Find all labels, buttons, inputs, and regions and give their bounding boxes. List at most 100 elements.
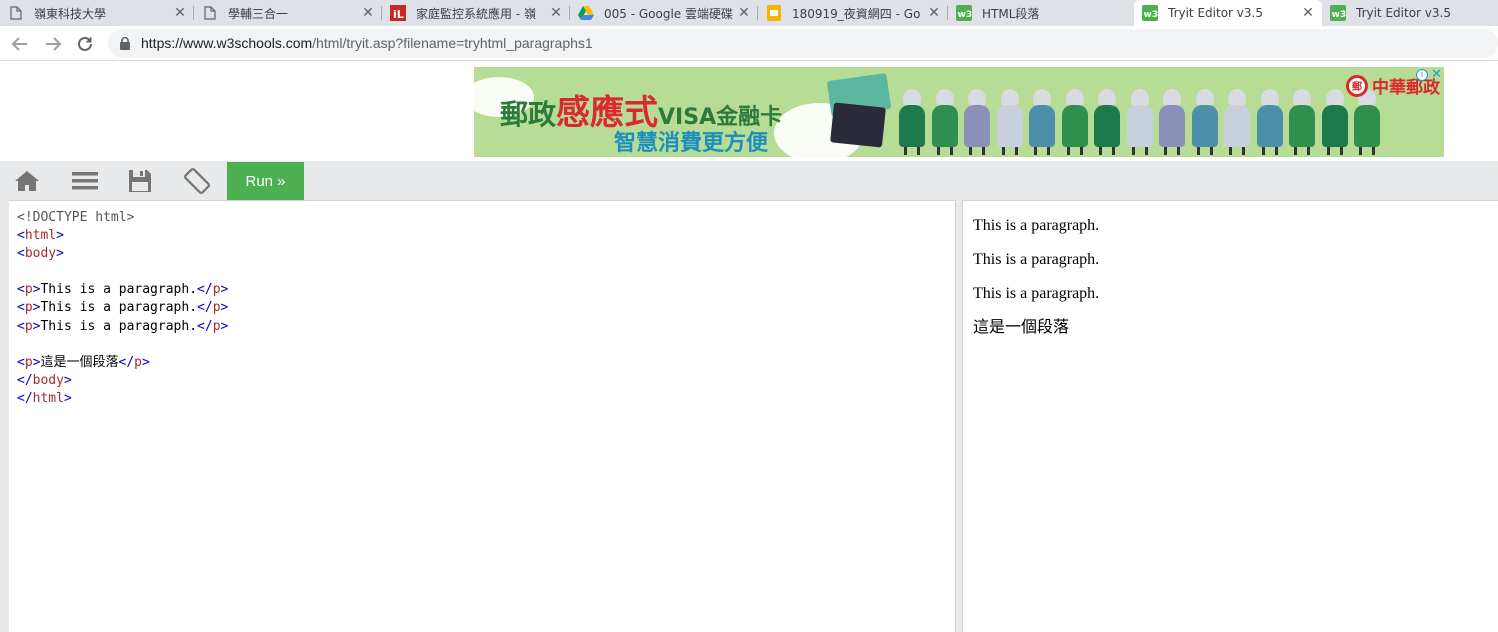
rotate-button[interactable] [180,165,214,197]
browser-tab[interactable]: w3 Tryit Editor v3.5 [1322,0,1498,26]
mascot-figure [1224,89,1250,155]
code-editor[interactable]: <!DOCTYPE html> <html> <body> <p>This is a … [9,200,955,632]
result-frame: This is a paragraph. This is a paragraph… [963,200,1498,632]
result-paragraph: 這是一個段落 [973,319,1070,336]
code-content[interactable]: <!DOCTYPE html> <html> <body> <p>This is a … [17,209,228,408]
ad-subheadline: 智慧消費更方便 [614,131,769,156]
mascot-figure [1289,89,1315,155]
mascot-figure [1126,89,1153,155]
arrow-left-icon [11,37,27,51]
result-paragraph: This is a paragraph. [973,251,1100,268]
ad-banner[interactable]: 郵政感應式VISA金融卡 智慧消費更方便 郵 中華郵政 i ✕ [474,67,1444,157]
close-icon[interactable]: ✕ [360,5,376,21]
result-content: This is a paragraph. This is a paragraph… [973,217,1099,353]
slides-icon [766,5,782,21]
mascot-figure [931,89,958,155]
tab-title: 180919_夜資網四 - Go [792,6,921,21]
tab-title: 005 - Google 雲端硬碟 [604,6,733,21]
code-line: </html> [17,390,72,406]
menu-icon [72,172,98,190]
w3-icon: w3 [956,5,972,21]
code-line: <body> [17,246,64,262]
close-icon[interactable]: ✕ [548,5,564,21]
close-icon[interactable]: ✕ [926,5,942,21]
ad-text-a: 郵政 [500,98,557,131]
code-line: <p>這是一個段落</p> [17,354,150,370]
reload-icon [78,36,92,51]
mascot-figure [1094,89,1120,155]
tab-title: Tryit Editor v3.5 [1168,6,1263,20]
w3-icon: w3 [1330,5,1346,21]
menu-button[interactable] [68,165,102,197]
svg-text:w3: w3 [1332,10,1347,20]
browser-tab[interactable]: iL 家庭監控系統應用 - 嶺 ✕ [382,0,570,26]
result-paragraph: This is a paragraph. [973,285,1100,302]
lock-icon [120,37,130,50]
ad-card-image [830,102,886,148]
tab-title: Tryit Editor v3.5 [1356,6,1451,20]
browser-tab[interactable]: 005 - Google 雲端硬碟 ✕ [570,0,758,26]
code-line: <p>This is a paragraph.</p> [17,282,229,298]
code-line: <html> [17,228,64,244]
svg-text:iL: iL [393,8,404,21]
run-button[interactable]: Run » [227,162,304,200]
reload-button[interactable] [73,32,97,56]
tab-title: 學輔三合一 [228,6,289,21]
home-button[interactable] [10,165,44,197]
close-icon[interactable]: ✕ [1300,5,1316,21]
page-icon [8,5,24,21]
page-icon [202,5,218,21]
url-text: https://www.w3schools.com/html/tryit.asp… [141,35,593,51]
back-button[interactable] [8,32,32,56]
url-path: /html/tryit.asp?filename=tryhtml_paragra… [312,35,593,51]
mascot-figure [1061,89,1088,155]
arrow-right-icon [46,37,62,51]
browser-toolbar: https://www.w3schools.com/html/tryit.asp… [0,26,1498,61]
svg-text:w3: w3 [958,10,973,20]
editor-toolbar: Run » [0,161,1498,200]
code-line: <p>This is a paragraph.</p> [17,318,229,334]
browser-tab-strip: 嶺東科技大學 ✕ 學輔三合一 ✕ iL 家庭監控系統應用 - 嶺 ✕ 005 -… [0,0,1498,26]
mascot-figure [1191,89,1218,155]
code-line: <p>This is a paragraph.</p> [17,300,229,316]
forward-button[interactable] [41,32,65,56]
address-bar[interactable]: https://www.w3schools.com/html/tryit.asp… [108,29,1498,58]
code-line: <!DOCTYPE html> [17,210,135,225]
tab-title: 家庭監控系統應用 - 嶺 [416,6,536,21]
save-icon [129,170,151,192]
mascot-figure [899,89,925,155]
ad-info-icon[interactable]: i [1416,69,1428,81]
browser-tab[interactable]: 180919_夜資網四 - Go ✕ [758,0,948,26]
mascot-figure [1029,89,1055,155]
rotate-icon [184,168,210,194]
close-icon[interactable]: ✕ [172,5,188,21]
drive-icon [578,5,594,21]
code-line: </body> [17,372,72,388]
tab-title: 嶺東科技大學 [34,6,107,21]
browser-tab[interactable]: 嶺東科技大學 ✕ [0,0,194,26]
mascot-figure [1256,89,1283,155]
ad-brand-name: 中華郵政 [1372,78,1440,98]
url-host: https://www.w3schools.com [141,35,313,51]
svg-text:w3: w3 [1144,10,1159,20]
ad-close-icon[interactable]: ✕ [1431,67,1442,82]
editor-frame [0,200,9,632]
browser-tab-active[interactable]: w3 Tryit Editor v3.5 ✕ [1134,0,1322,26]
panel-resize-handle[interactable] [955,200,963,632]
mascot-figure [1159,89,1185,155]
result-paragraph: This is a paragraph. [973,217,1100,234]
tab-title: HTML段落 [982,6,1040,21]
w3-icon: w3 [1142,5,1158,21]
close-icon[interactable]: ✕ [736,5,752,21]
browser-tab[interactable]: w3 HTML段落 [948,0,1134,26]
close-icon[interactable] [1112,5,1128,21]
home-icon [15,171,39,191]
mascot-figure [996,89,1023,155]
mascot-figure [964,89,990,155]
post-logo-icon: 郵 [1346,74,1368,97]
browser-tab[interactable]: 學輔三合一 ✕ [194,0,382,26]
save-button[interactable] [123,165,157,197]
mascot-figure [1354,89,1380,155]
